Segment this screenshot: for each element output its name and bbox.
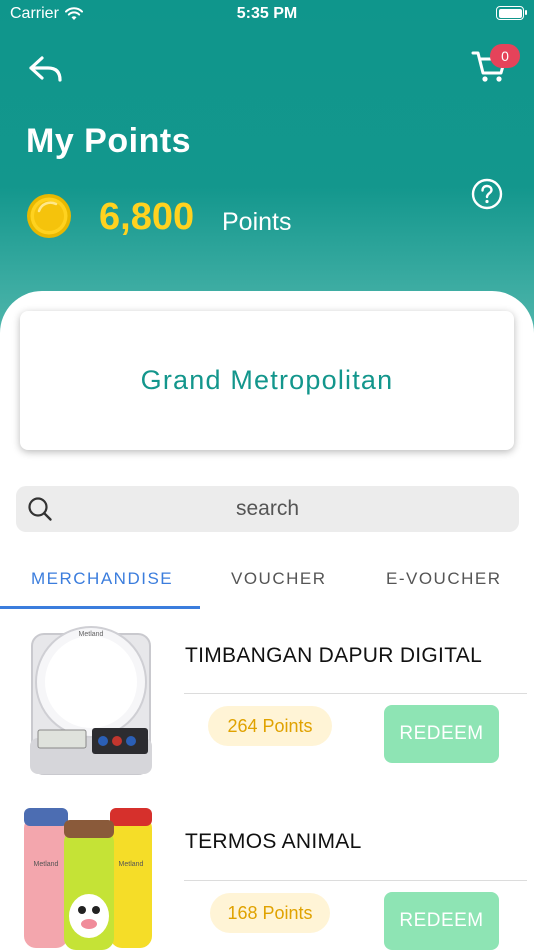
cart-count-badge: 0 xyxy=(490,44,520,68)
divider xyxy=(184,880,527,881)
store-name: Grand Metropolitan xyxy=(140,365,394,395)
coin-icon xyxy=(27,194,71,238)
tab-voucher[interactable]: VOUCHER xyxy=(231,569,327,589)
product-name: TERMOS ANIMAL xyxy=(185,830,362,853)
svg-text:Metland: Metland xyxy=(34,861,59,868)
points-label: Points xyxy=(222,208,292,236)
search-bar[interactable] xyxy=(16,486,519,532)
points-balance: 6,800 xyxy=(99,196,195,238)
battery-icon xyxy=(496,6,527,20)
tab-e-voucher[interactable]: E-VOUCHER xyxy=(386,569,502,589)
tab-merchandise[interactable]: MERCHANDISE xyxy=(31,569,173,589)
product-name: TIMBANGAN DAPUR DIGITAL xyxy=(185,644,483,667)
list-item: Metland Metland TERMOS ANIMAL 168 Points… xyxy=(0,804,534,950)
product-points-badge: 168 Points xyxy=(210,893,330,933)
help-icon[interactable] xyxy=(471,178,503,210)
svg-text:Metland: Metland xyxy=(119,861,144,868)
product-points-badge: 264 Points xyxy=(208,706,332,746)
list-item: Metland TIMBANGAN DAPUR DIGITAL 264 Poin… xyxy=(0,618,534,798)
status-bar: Carrier 5:35 PM xyxy=(0,0,534,28)
redeem-button[interactable]: REDEEM xyxy=(384,705,499,763)
page-title: My Points xyxy=(26,122,192,160)
status-time: 5:35 PM xyxy=(236,5,298,22)
redeem-button[interactable]: REDEEM xyxy=(384,892,499,950)
points-header: Carrier 5:35 PM 0 My Points 6,800 Points xyxy=(0,0,534,340)
svg-text:Metland: Metland xyxy=(79,631,104,638)
product-image-kitchen-scale: Metland xyxy=(30,626,152,775)
store-card[interactable]: Grand Metropolitan xyxy=(20,311,514,450)
active-tab-indicator xyxy=(0,606,200,609)
back-arrow-icon[interactable] xyxy=(26,50,66,86)
product-image-thermos-animal: Metland Metland xyxy=(24,808,152,950)
search-input[interactable] xyxy=(16,486,519,532)
divider xyxy=(184,693,527,694)
